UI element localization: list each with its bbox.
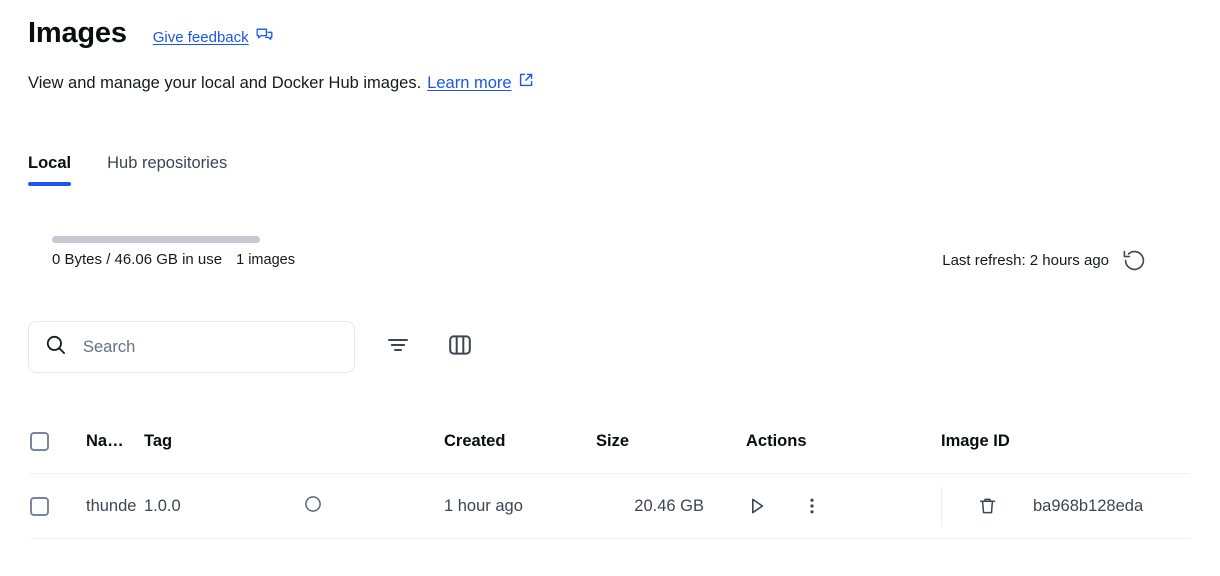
refresh-counterclockwise-icon[interactable] — [1121, 247, 1148, 274]
cell-status — [304, 495, 444, 518]
last-refresh: Last refresh: 2 hours ago — [942, 247, 1148, 274]
page-header: Images Give feedback — [28, 16, 273, 50]
learn-more-link[interactable]: Learn more — [427, 72, 533, 94]
tab-hub-repositories[interactable]: Hub repositories — [107, 152, 227, 186]
trash-icon[interactable] — [976, 495, 999, 518]
images-table: Na… Tag Created Size Actions Image ID th… — [30, 410, 1190, 539]
row-checkbox[interactable] — [30, 496, 49, 516]
column-header-name[interactable]: Na… — [86, 432, 144, 451]
columns-icon — [446, 331, 474, 364]
columns-button[interactable] — [441, 328, 479, 366]
select-all-cell — [30, 432, 86, 451]
cell-actions — [746, 495, 941, 517]
circle-outline-icon — [304, 495, 322, 518]
feedback-bubbles-icon — [256, 27, 273, 49]
search-box[interactable] — [28, 321, 355, 373]
give-feedback-link[interactable]: Give feedback — [153, 27, 273, 49]
last-refresh-text: Last refresh: 2 hours ago — [942, 251, 1109, 269]
column-header-tag[interactable]: Tag — [144, 432, 304, 451]
cell-name: thunde — [86, 496, 137, 515]
cell-image-id-group: ba968b128eda — [941, 486, 1190, 526]
tab-bar: Local Hub repositories — [28, 152, 227, 186]
cell-size: 20.46 GB — [634, 496, 704, 515]
filter-icon — [385, 332, 411, 363]
give-feedback-label: Give feedback — [152, 29, 249, 46]
column-header-actions: Actions — [746, 432, 807, 450]
cell-tag: 1.0.0 — [144, 496, 181, 515]
search-icon — [45, 334, 67, 361]
table-toolbar — [28, 321, 479, 373]
page-subtitle: View and manage your local and Docker Hu… — [28, 72, 534, 94]
column-header-created[interactable]: Created — [444, 432, 596, 451]
play-icon[interactable] — [746, 495, 768, 517]
disk-usage-bar — [52, 236, 260, 243]
usage-summary: 0 Bytes / 46.06 GB in use 1 images — [52, 250, 295, 270]
images-page: Images Give feedback View and manage you… — [0, 0, 1220, 576]
learn-more-label: Learn more — [427, 74, 512, 92]
usage-text: 0 Bytes / 46.06 GB in use — [52, 251, 223, 268]
row-select-cell — [30, 496, 86, 516]
select-all-checkbox[interactable] — [30, 432, 49, 451]
filter-button[interactable] — [379, 328, 417, 366]
external-link-icon — [518, 72, 534, 94]
subtitle-text: View and manage your local and Docker Hu… — [28, 74, 422, 92]
table-row[interactable]: thunde 1.0.0 1 hour ago 20.46 GB ba968b1… — [30, 474, 1190, 539]
cell-created: 1 hour ago — [444, 496, 523, 515]
table-header-row: Na… Tag Created Size Actions Image ID — [30, 410, 1190, 474]
more-vertical-icon[interactable] — [802, 496, 822, 516]
page-title: Images — [28, 17, 127, 49]
search-input[interactable] — [81, 322, 338, 372]
cell-image-id: ba968b128eda — [1033, 496, 1144, 515]
column-header-image-id[interactable]: Image ID — [941, 432, 1190, 451]
usage-bar-track — [52, 236, 260, 243]
image-count: 1 images — [236, 252, 295, 268]
tab-local[interactable]: Local — [28, 152, 72, 186]
vertical-divider — [941, 486, 942, 526]
column-header-size[interactable]: Size — [596, 432, 746, 451]
